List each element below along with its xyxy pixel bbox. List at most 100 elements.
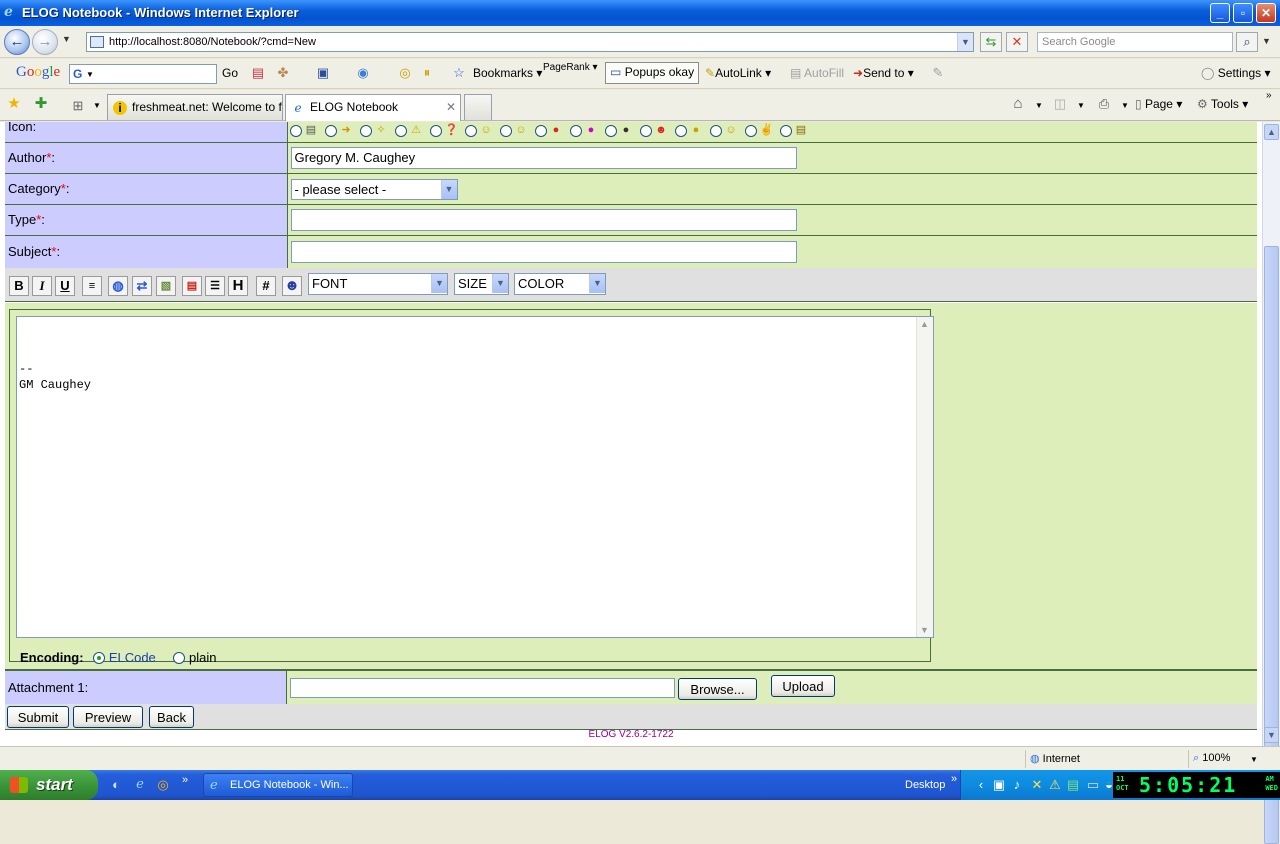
star-icon[interactable]: ☆ bbox=[451, 65, 467, 81]
submit-button[interactable]: Submit bbox=[7, 706, 69, 728]
save-icon[interactable]: ▣ bbox=[315, 65, 331, 81]
tab-elog-notebook[interactable]: e ELOG Notebook ✕ bbox=[285, 94, 461, 121]
print-dropdown-icon[interactable]: ▼ bbox=[1121, 101, 1129, 110]
gadgets-icon[interactable]: ✤ bbox=[275, 65, 291, 81]
page-scrollbar[interactable]: ▲ ▼ bbox=[1262, 122, 1280, 844]
pagerank-menu[interactable]: PageRank ▾ bbox=[543, 62, 598, 73]
tray-monitor-icon[interactable]: ▤ bbox=[1065, 777, 1081, 793]
tools-menu[interactable]: ⚙ Tools ▾ bbox=[1197, 97, 1248, 111]
bold-button[interactable]: B bbox=[9, 276, 29, 296]
email-link-icon[interactable]: ⇄ bbox=[132, 276, 152, 296]
textarea-scrollbar[interactable]: ▲ ▼ bbox=[916, 317, 933, 637]
underline-button[interactable]: U bbox=[55, 276, 75, 296]
scroll-down-icon[interactable]: ▼ bbox=[1264, 727, 1279, 743]
network-icon[interactable]: ▣ bbox=[991, 777, 1007, 793]
home-dropdown-icon[interactable]: ▼ bbox=[1035, 101, 1043, 110]
minimize-button[interactable]: _ bbox=[1210, 3, 1230, 23]
scroll-down-icon[interactable]: ▼ bbox=[920, 625, 929, 635]
tray-back-icon[interactable]: ‹ bbox=[973, 777, 989, 793]
icon-radio[interactable] bbox=[744, 125, 757, 137]
icon-radio[interactable] bbox=[394, 125, 407, 137]
maximize-button[interactable]: ▫ bbox=[1233, 3, 1253, 23]
message-textarea[interactable]: -- GM Caughey ▲ ▼ bbox=[16, 316, 934, 638]
favorites-star-icon[interactable]: ★ bbox=[6, 96, 22, 112]
encoding-elcode-radio[interactable] bbox=[93, 652, 106, 664]
system-clock[interactable]: 11 OCT 5:05:21 AM WED bbox=[1113, 772, 1280, 798]
icon-radio[interactable] bbox=[779, 125, 792, 137]
link-icon[interactable]: ◍ bbox=[108, 276, 128, 296]
icon-radio[interactable] bbox=[709, 125, 722, 137]
icon-radio[interactable] bbox=[324, 125, 337, 137]
icon-radio[interactable] bbox=[569, 125, 582, 137]
home-icon[interactable]: ⌂ bbox=[1010, 96, 1026, 112]
print-icon[interactable]: ⎙ bbox=[1096, 96, 1112, 112]
add-favorites-icon[interactable]: ✚ bbox=[33, 96, 49, 112]
back-button[interactable]: Back bbox=[149, 706, 194, 728]
search-options-dropdown-icon[interactable]: ▼ bbox=[1262, 36, 1271, 46]
refresh-button[interactable]: ⇆ bbox=[980, 32, 1002, 52]
subject-input[interactable] bbox=[290, 240, 797, 263]
tray-display-icon[interactable]: ▭ bbox=[1085, 777, 1101, 793]
category-select[interactable]: - please select - ▼ bbox=[290, 178, 458, 200]
news-icon[interactable]: ▤ bbox=[250, 65, 266, 81]
quote-icon[interactable]: ▤ bbox=[182, 276, 202, 296]
address-field[interactable]: http://localhost:8080/Notebook/?cmd=New … bbox=[86, 32, 974, 52]
list-icon[interactable]: ☰ bbox=[205, 276, 225, 296]
pause-icon[interactable]: ⏸ bbox=[419, 65, 435, 81]
quick-tabs-icon[interactable]: ⊞ bbox=[70, 98, 86, 114]
quicklaunch-more-icon[interactable]: » bbox=[182, 774, 188, 786]
highlight-icon[interactable]: ◉ bbox=[355, 65, 371, 81]
encoding-plain-radio[interactable] bbox=[173, 652, 186, 664]
author-input[interactable] bbox=[290, 146, 797, 169]
icon-radio[interactable] bbox=[674, 125, 687, 137]
page-menu[interactable]: ▯ Page ▾ bbox=[1135, 97, 1182, 111]
media-quicklaunch-icon[interactable]: ◎ bbox=[155, 777, 171, 793]
popups-button[interactable]: ▭ Popups okay bbox=[605, 62, 700, 84]
window-title-bar[interactable]: e ELOG Notebook - Windows Internet Explo… bbox=[0, 0, 1280, 26]
pencil-icon[interactable]: ✎ bbox=[930, 65, 946, 81]
italic-button[interactable]: I bbox=[32, 276, 52, 296]
start-button[interactable]: start bbox=[0, 770, 98, 800]
address-dropdown-icon[interactable]: ▼ bbox=[957, 33, 973, 51]
google-search-input[interactable]: G ▼ bbox=[69, 64, 217, 84]
feeds-dropdown-icon[interactable]: ▼ bbox=[1077, 101, 1085, 110]
icon-radio[interactable] bbox=[499, 125, 512, 137]
volume-icon[interactable]: ♪ bbox=[1009, 777, 1025, 793]
smiley-icon[interactable]: ☻ bbox=[282, 276, 302, 296]
back-nav-button[interactable]: ← bbox=[4, 29, 30, 55]
icon-radio[interactable] bbox=[429, 125, 442, 137]
close-window-button[interactable]: ✕ bbox=[1256, 3, 1276, 23]
chevron-more-icon[interactable]: » bbox=[1266, 90, 1272, 101]
attachment-file-input[interactable] bbox=[290, 678, 675, 698]
google-go-button[interactable]: Go bbox=[222, 66, 238, 80]
font-select[interactable]: FONT ▼ bbox=[308, 273, 448, 295]
icon-radio[interactable] bbox=[604, 125, 617, 137]
code-button[interactable]: # bbox=[256, 276, 276, 296]
size-select[interactable]: SIZE ▼ bbox=[454, 273, 509, 295]
icon-radio[interactable] bbox=[359, 125, 372, 137]
show-desktop-icon[interactable]: ◐ bbox=[108, 777, 124, 793]
autofill-button[interactable]: ▤ AutoFill bbox=[790, 66, 844, 80]
feeds-icon[interactable]: ◫ bbox=[1052, 96, 1068, 112]
security-icon[interactable]: ⚠ bbox=[1047, 777, 1063, 793]
recent-pages-dropdown-icon[interactable]: ▼ bbox=[62, 34, 71, 44]
upload-button[interactable]: Upload bbox=[771, 675, 835, 697]
stop-button[interactable]: ✕ bbox=[1006, 32, 1028, 52]
search-icon[interactable]: ⌕ bbox=[1236, 32, 1258, 52]
desktop-toolbar[interactable]: Desktop bbox=[905, 779, 945, 791]
sendto-menu[interactable]: ➜Send to ▾ bbox=[853, 66, 914, 80]
google-search-dropdown-icon[interactable]: ▼ bbox=[86, 70, 94, 79]
scroll-up-icon[interactable]: ▲ bbox=[1264, 124, 1279, 140]
tray-app-icon[interactable]: ✕ bbox=[1029, 777, 1045, 793]
scroll-up-icon[interactable]: ▲ bbox=[920, 319, 929, 329]
bookmarks-menu[interactable]: Bookmarks ▾ bbox=[473, 66, 542, 80]
autolink-menu[interactable]: ✎AutoLink ▾ bbox=[705, 66, 771, 80]
new-tab-button[interactable] bbox=[464, 94, 492, 120]
preview-button[interactable]: Preview bbox=[73, 706, 143, 728]
type-input[interactable] bbox=[290, 208, 797, 231]
search-input[interactable]: Search Google bbox=[1037, 32, 1233, 52]
browse-button[interactable]: Browse... bbox=[678, 678, 757, 700]
ie-quicklaunch-icon[interactable]: e bbox=[132, 777, 148, 793]
zoom-dropdown-icon[interactable]: ▼ bbox=[1250, 755, 1258, 764]
forward-nav-button[interactable]: → bbox=[32, 29, 58, 55]
